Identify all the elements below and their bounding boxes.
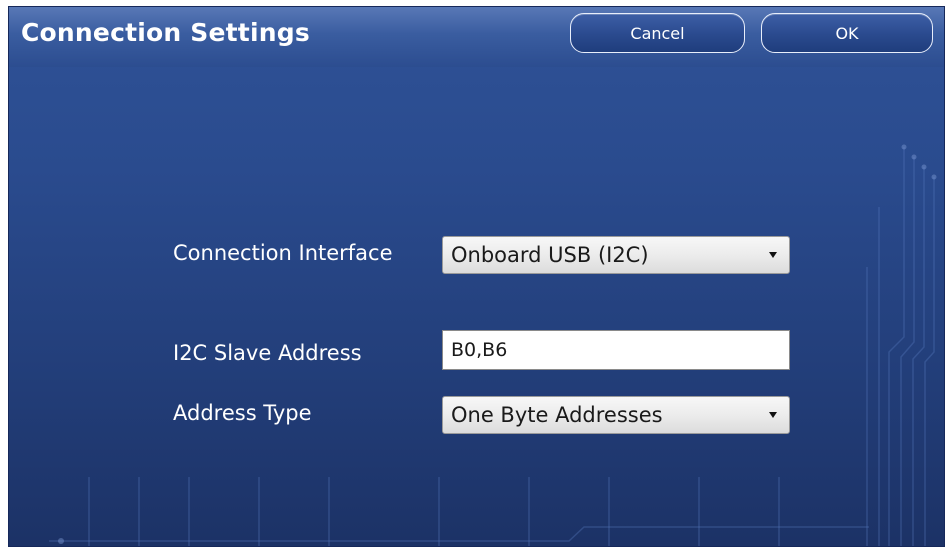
title-bar: Connection Settings Cancel OK (9, 7, 944, 67)
circuit-background-decoration (49, 144, 937, 546)
address-type-dropdown[interactable]: One Byte Addresses (442, 396, 790, 434)
slave-address-input[interactable] (442, 330, 790, 370)
dialog-title: Connection Settings (21, 18, 310, 47)
address-type-label: Address Type (173, 401, 312, 425)
address-type-value: One Byte Addresses (451, 403, 663, 427)
cancel-button[interactable]: Cancel (570, 13, 745, 53)
dropdown-arrow-icon (769, 412, 777, 418)
connection-interface-value: Onboard USB (I2C) (451, 243, 649, 267)
connection-interface-label: Connection Interface (173, 241, 393, 265)
dropdown-arrow-icon (769, 252, 777, 258)
ok-button[interactable]: OK (761, 13, 933, 53)
connection-interface-dropdown[interactable]: Onboard USB (I2C) (442, 236, 790, 274)
slave-address-label: I2C Slave Address (173, 341, 362, 365)
connection-settings-dialog: Connection Settings Cancel OK Connection… (8, 6, 945, 547)
